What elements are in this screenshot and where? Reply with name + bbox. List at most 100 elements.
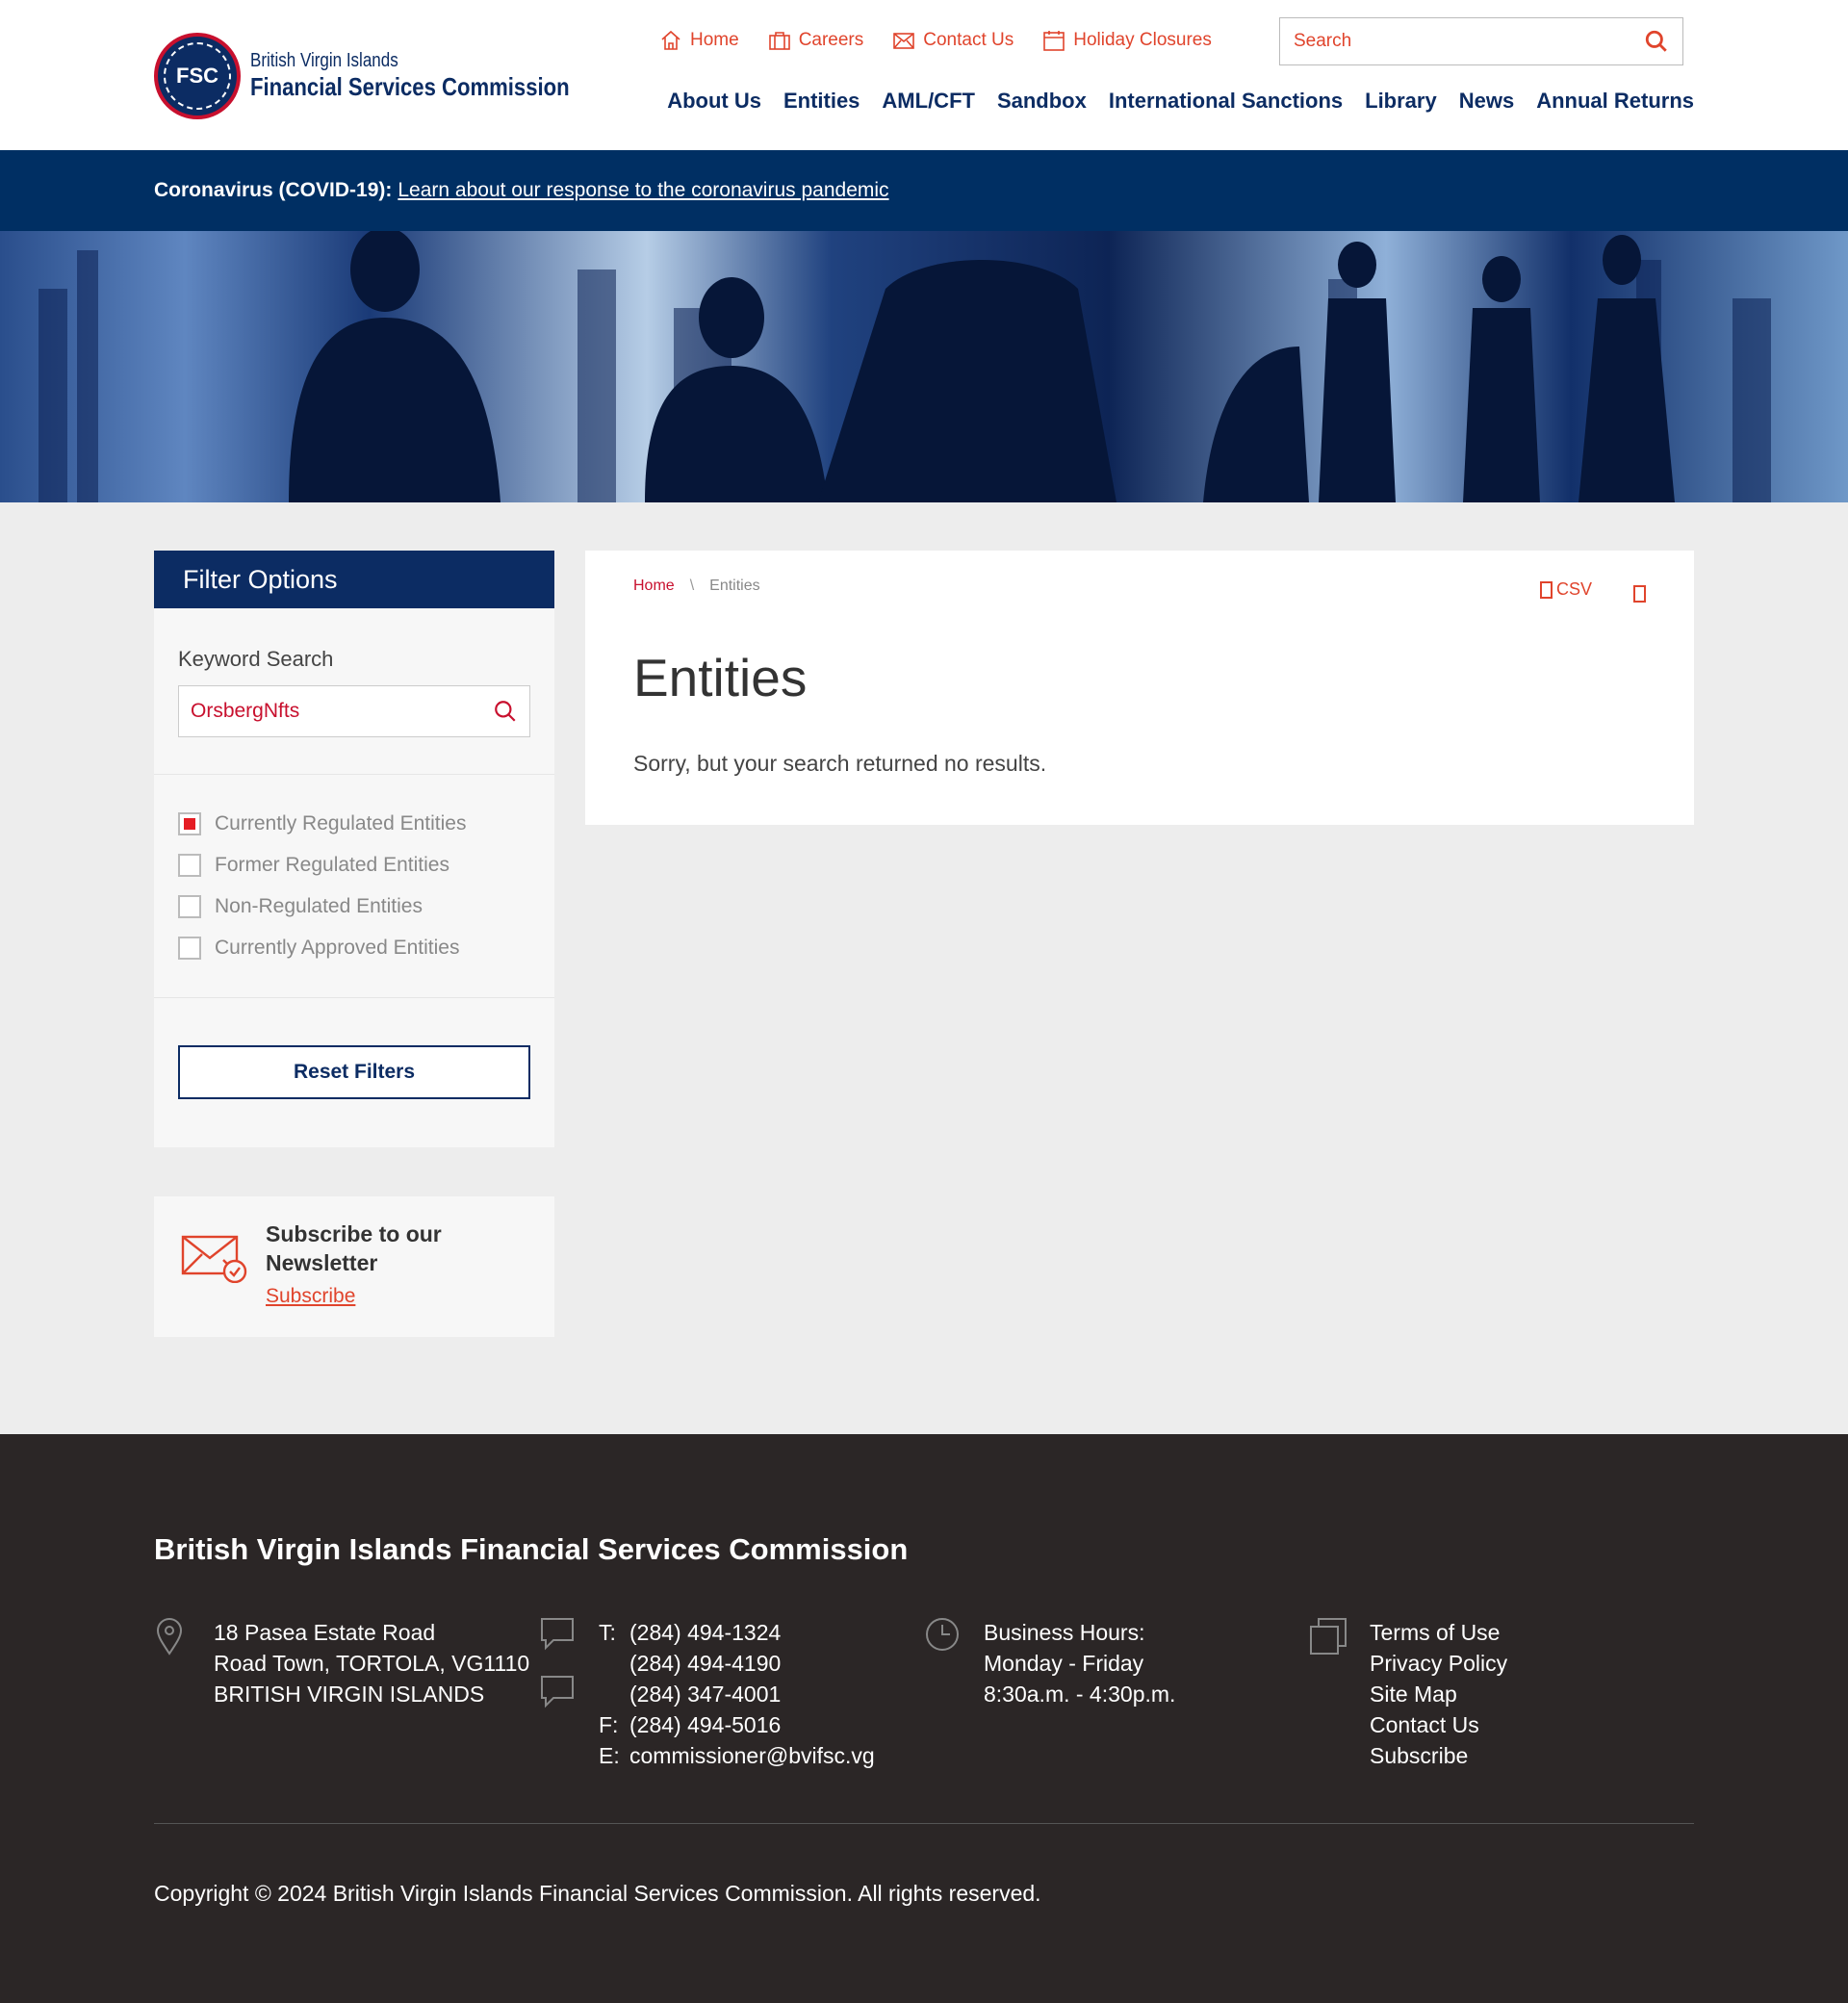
pages-icon	[1309, 1617, 1348, 1660]
breadcrumb: Home \ Entities	[633, 578, 760, 595]
site-header: FSC British Virgin Islands Financial Ser…	[0, 0, 1848, 150]
contact-row: (284) 347-4001	[599, 1679, 875, 1709]
filter-options-title: Filter Options	[154, 551, 554, 608]
nav-news[interactable]: News	[1459, 89, 1514, 114]
footer-link-terms[interactable]: Terms of Use	[1370, 1617, 1507, 1648]
utility-contact-label: Contact Us	[923, 30, 1014, 50]
covid-label: Coronavirus (COVID-19):	[154, 179, 393, 201]
footer-link-privacy[interactable]: Privacy Policy	[1370, 1648, 1507, 1679]
contact-key: T:	[599, 1620, 616, 1645]
fax-number: (284) 494-5016	[629, 1712, 782, 1737]
footer-hours: Business Hours: Monday - Friday 8:30a.m.…	[984, 1617, 1175, 1709]
covid-link[interactable]: Learn about our response to the coronavi…	[398, 179, 888, 202]
entities-content: Home \ Entities CSV Entities Sorry, but …	[585, 551, 1694, 825]
page-title: Entities	[633, 648, 808, 707]
nav-annual-returns[interactable]: Annual Returns	[1536, 89, 1694, 114]
subscribe-link[interactable]: Subscribe	[266, 1285, 355, 1308]
location-pin-icon	[154, 1617, 185, 1660]
phone-number[interactable]: (284) 347-4001	[629, 1679, 781, 1709]
search-icon[interactable]	[493, 699, 518, 724]
print-icon	[1633, 585, 1646, 603]
hours-line: Business Hours:	[984, 1620, 1145, 1645]
newsletter-card: Subscribe to our Newsletter Subscribe	[154, 1196, 554, 1337]
footer-link-contact[interactable]: Contact Us	[1370, 1709, 1507, 1740]
contact-row: (284) 494-4190	[599, 1648, 875, 1679]
footer-divider	[154, 1823, 1694, 1824]
footer-title: British Virgin Islands Financial Service…	[154, 1532, 909, 1566]
phone-number[interactable]: (284) 494-4190	[629, 1648, 781, 1679]
logo-text: British Virgin Islands Financial Service…	[250, 50, 626, 102]
home-icon	[661, 30, 680, 50]
checkbox-non-regulated[interactable]: Non-Regulated Entities	[178, 886, 466, 927]
utility-contact-link[interactable]: Contact Us	[892, 29, 1014, 52]
contact-row: F: (284) 494-5016	[599, 1709, 875, 1740]
logo-line2: Financial Services Commission	[250, 72, 570, 101]
nav-about-us[interactable]: About Us	[667, 89, 761, 114]
business-silhouettes-image	[38, 231, 1771, 502]
keyword-search-label: Keyword Search	[178, 647, 334, 671]
utility-nav: Home Careers Contact Us Holiday Closures	[659, 29, 1212, 52]
checkbox-unchecked[interactable]	[178, 936, 201, 960]
checkbox-unchecked[interactable]	[178, 853, 201, 877]
entity-type-checkboxes: Currently Regulated Entities Former Regu…	[178, 803, 466, 968]
clock-icon	[925, 1617, 960, 1656]
contact-key	[599, 1679, 629, 1709]
logo-line1: British Virgin Islands	[250, 50, 398, 71]
hours-line: 8:30a.m. - 4:30p.m.	[984, 1682, 1176, 1707]
copyright: Copyright © 2024 British Virgin Islands …	[154, 1881, 1041, 1906]
footer-link-subscribe[interactable]: Subscribe	[1370, 1740, 1507, 1771]
utility-holiday-link[interactable]: Holiday Closures	[1042, 29, 1212, 52]
checkbox-label: Non-Regulated Entities	[215, 894, 423, 917]
phone-number[interactable]: (284) 494-1324	[629, 1617, 781, 1648]
briefcase-icon	[768, 32, 790, 50]
checkbox-currently-approved[interactable]: Currently Approved Entities	[178, 927, 466, 968]
print-button[interactable]	[1633, 585, 1646, 607]
address-line: 18 Pasea Estate Road	[214, 1620, 436, 1645]
no-results-message: Sorry, but your search returned no resul…	[633, 751, 1047, 776]
footer-link-sitemap[interactable]: Site Map	[1370, 1679, 1507, 1709]
checkbox-former-regulated[interactable]: Former Regulated Entities	[178, 844, 466, 886]
reset-filters-button[interactable]: Reset Filters	[178, 1045, 530, 1099]
document-icon	[1539, 580, 1553, 599]
contact-row: E: commissioner@bvifsc.vg	[599, 1740, 875, 1771]
checkbox-checked[interactable]	[178, 811, 201, 835]
address-line: BRITISH VIRGIN ISLANDS	[214, 1682, 485, 1707]
site-logo[interactable]: FSC British Virgin Islands Financial Ser…	[154, 33, 626, 119]
utility-home-link[interactable]: Home	[659, 29, 739, 52]
hours-line: Monday - Friday	[984, 1651, 1144, 1676]
nav-entities[interactable]: Entities	[783, 89, 860, 114]
site-search-input[interactable]	[1294, 31, 1644, 52]
mail-check-icon	[181, 1235, 247, 1283]
nav-aml-cft[interactable]: AML/CFT	[882, 89, 975, 114]
csv-export-button[interactable]: CSV	[1539, 579, 1592, 600]
footer-contacts: T: (284) 494-1324 (284) 494-4190 (284) 34…	[599, 1617, 875, 1771]
breadcrumb-current: Entities	[709, 578, 760, 594]
email-link[interactable]: commissioner@bvifsc.vg	[629, 1740, 875, 1771]
keyword-search-input[interactable]	[191, 700, 493, 723]
speech-bubble-icon	[540, 1617, 575, 1714]
nav-sandbox[interactable]: Sandbox	[997, 89, 1087, 114]
breadcrumb-home[interactable]: Home	[633, 578, 675, 595]
search-icon[interactable]	[1644, 29, 1669, 54]
newsletter-title: Subscribe to our Newsletter	[266, 1221, 442, 1275]
calendar-icon	[1043, 31, 1065, 51]
envelope-icon	[893, 33, 915, 49]
nav-library[interactable]: Library	[1365, 89, 1437, 114]
contact-key	[599, 1648, 629, 1679]
site-footer: British Virgin Islands Financial Service…	[0, 1434, 1848, 2003]
utility-careers-link[interactable]: Careers	[768, 29, 863, 52]
checkbox-label: Currently Regulated Entities	[215, 811, 467, 835]
breadcrumb-separator: \	[689, 578, 695, 594]
hero-image	[0, 231, 1848, 502]
checkbox-label: Currently Approved Entities	[215, 936, 460, 959]
fsc-seal-logo: FSC	[154, 33, 241, 119]
filter-divider	[154, 997, 554, 998]
main-nav: About Us Entities AML/CFT Sandbox Intern…	[667, 89, 1694, 114]
nav-international-sanctions[interactable]: International Sanctions	[1109, 89, 1343, 114]
covid-banner: Coronavirus (COVID-19): Learn about our …	[0, 150, 1848, 231]
contact-row: T: (284) 494-1324	[599, 1617, 875, 1648]
checkbox-currently-regulated[interactable]: Currently Regulated Entities	[178, 803, 466, 844]
address-line: Road Town, TORTOLA, VG1110	[214, 1651, 530, 1676]
keyword-search-field	[178, 685, 530, 737]
checkbox-unchecked[interactable]	[178, 894, 201, 918]
